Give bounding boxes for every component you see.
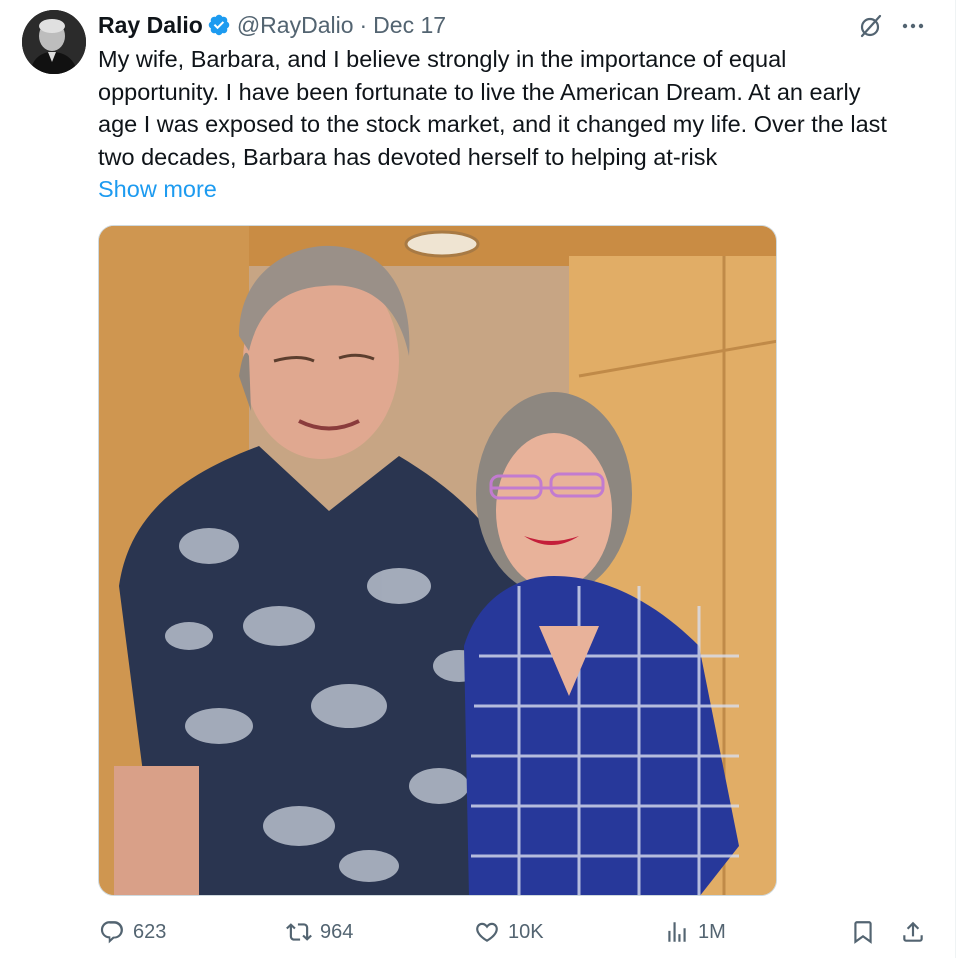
reply-icon xyxy=(100,921,123,944)
separator-dot: · xyxy=(359,11,368,38)
like-button[interactable]: 10K xyxy=(474,910,544,954)
tweet-photo[interactable] xyxy=(98,225,777,896)
verified-badge-icon xyxy=(207,13,231,37)
tweet-text: My wife, Barbara, and I believe strongly… xyxy=(98,46,887,170)
avatar[interactable] xyxy=(22,10,86,74)
heart-icon xyxy=(476,922,498,942)
show-more-link[interactable]: Show more xyxy=(98,173,217,205)
tweet: Ray Dalio @RayDalio · Dec 17 My wife, Ba… xyxy=(0,0,956,958)
repost-icon xyxy=(286,923,312,941)
share-icon xyxy=(903,921,923,942)
tweet-date[interactable]: Dec 17 xyxy=(373,12,446,39)
like-count: 10K xyxy=(508,920,544,943)
repost-button[interactable]: 964 xyxy=(286,910,353,954)
more-options-icon[interactable] xyxy=(900,14,926,40)
views-button[interactable]: 1M xyxy=(664,910,726,954)
grok-icon[interactable] xyxy=(858,13,884,39)
repost-count: 964 xyxy=(320,920,354,943)
views-icon xyxy=(668,922,686,942)
views-count: 1M xyxy=(698,920,726,943)
author-handle[interactable]: @RayDalio xyxy=(237,12,354,39)
reply-count: 623 xyxy=(133,920,167,943)
tweet-header: Ray Dalio @RayDalio · Dec 17 xyxy=(98,10,446,40)
tweet-actions: 623 964 10K 1M xyxy=(0,910,956,954)
reply-button[interactable]: 623 xyxy=(99,910,166,954)
bookmark-icon xyxy=(854,921,872,944)
author-name[interactable]: Ray Dalio xyxy=(98,12,203,39)
share-button[interactable] xyxy=(900,910,926,954)
bookmark-button[interactable] xyxy=(850,910,876,954)
